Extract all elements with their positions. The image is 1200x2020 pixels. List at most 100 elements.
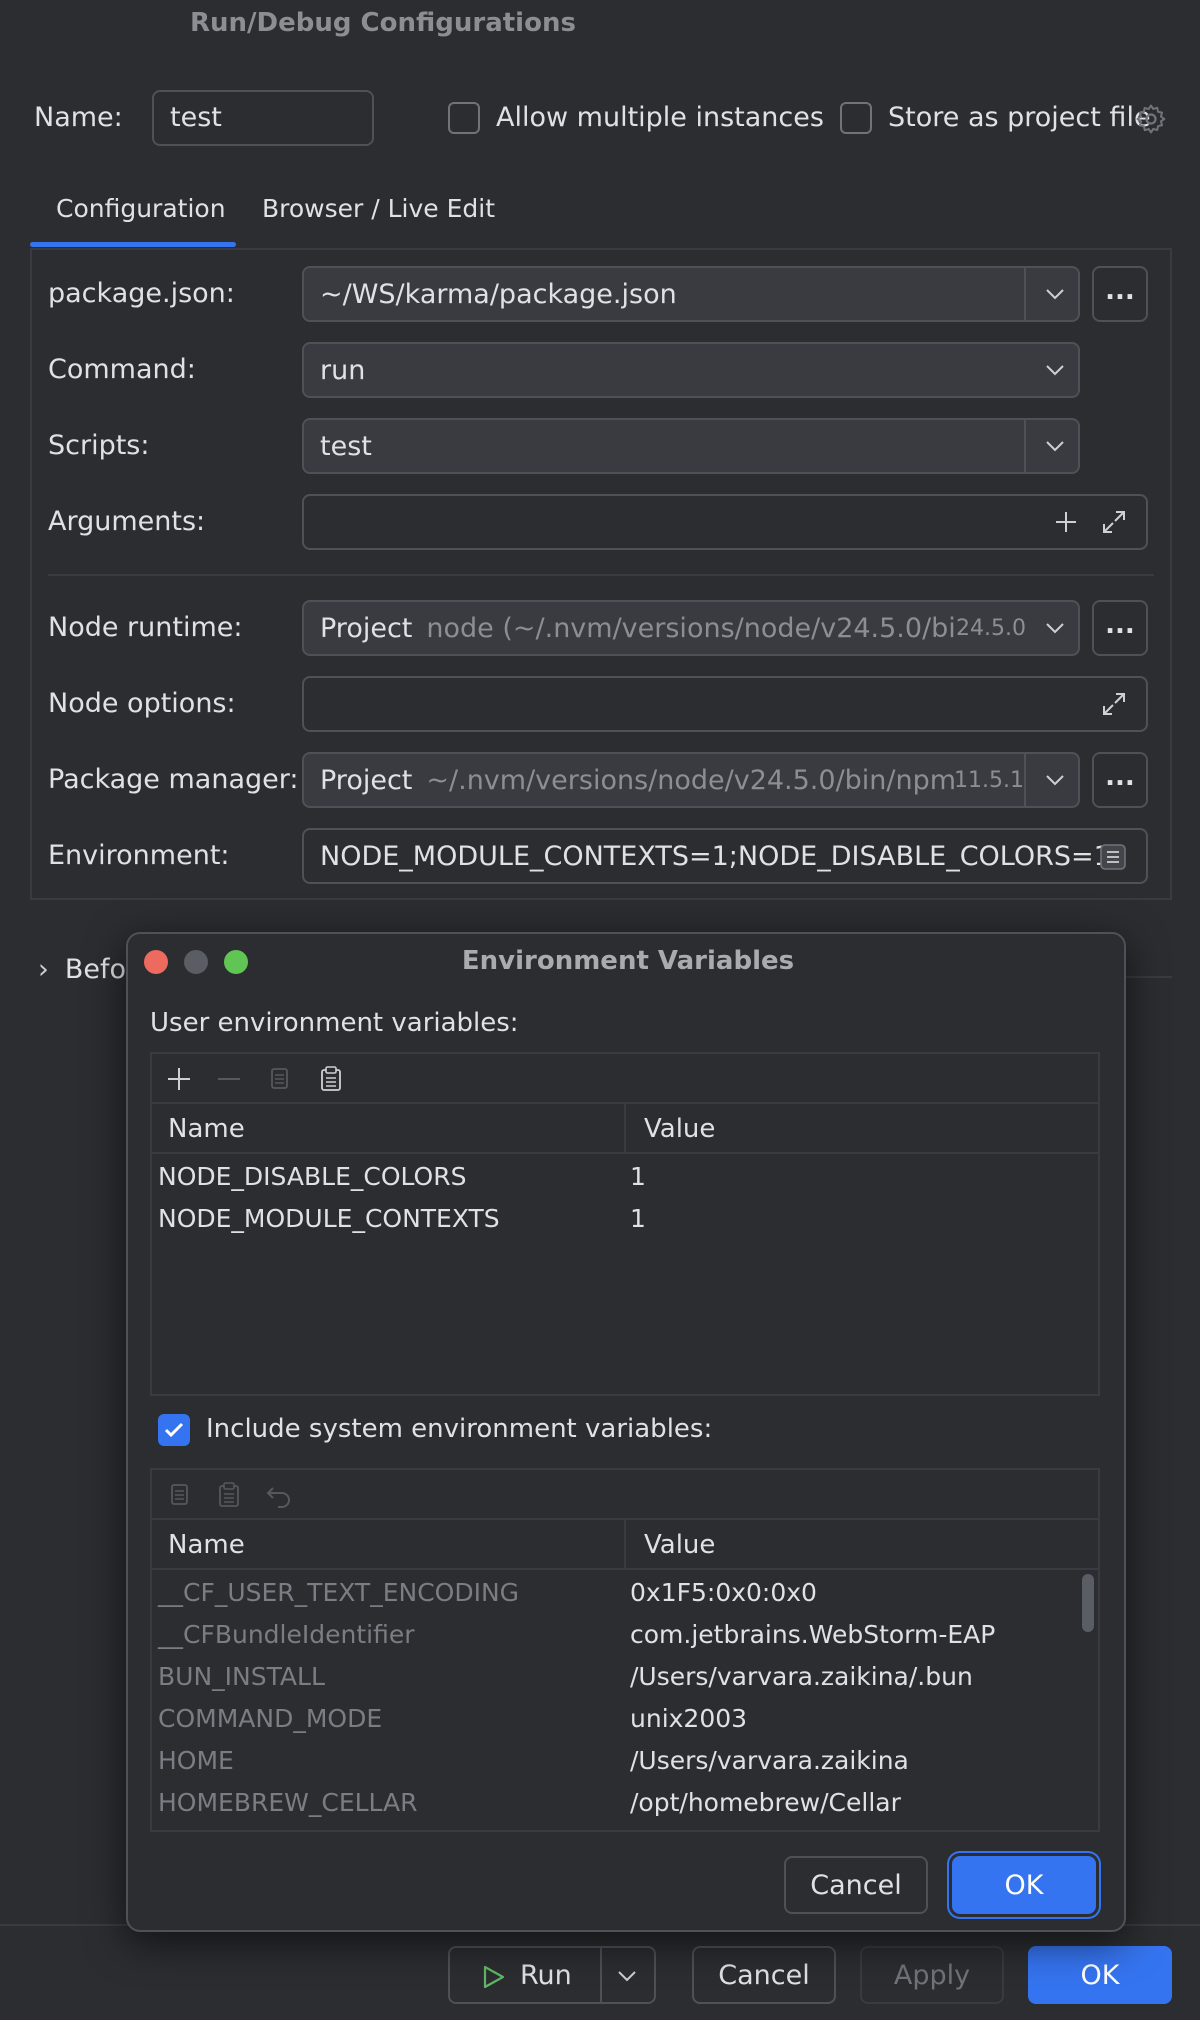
chevron-down-icon[interactable] xyxy=(1044,287,1066,301)
footer-apply-button[interactable]: Apply xyxy=(860,1946,1004,2004)
chevron-down-icon[interactable] xyxy=(1044,439,1066,453)
var-name: NODE_MODULE_CONTEXTS xyxy=(158,1204,500,1233)
column-separator xyxy=(624,1104,626,1152)
var-value: /Users/varvara.zaikina/.bun xyxy=(630,1662,973,1691)
tab-browser-live-edit[interactable]: Browser / Live Edit xyxy=(262,194,495,223)
environment-input[interactable]: NODE_MODULE_CONTEXTS=1;NODE_DISABLE_COLO… xyxy=(302,828,1148,884)
chevron-down-icon[interactable] xyxy=(1044,773,1066,787)
expand-icon[interactable] xyxy=(1100,690,1128,718)
system-vars-list[interactable]: __CF_USER_TEXT_ENCODING 0x1F5:0x0:0x0 __… xyxy=(152,1570,1098,1828)
package-manager-version: 11.5.1 xyxy=(954,768,1024,793)
minus-icon[interactable] xyxy=(214,1064,244,1094)
command-value: run xyxy=(320,354,366,386)
form-separator xyxy=(48,574,1154,576)
browse-package-json-button[interactable]: ... xyxy=(1092,266,1148,322)
table-row[interactable]: COMMAND_MODE unix2003 xyxy=(152,1696,1098,1738)
column-name-header[interactable]: Name xyxy=(168,1530,245,1560)
user-vars-toolbar xyxy=(152,1054,1098,1104)
split-separator xyxy=(600,1948,602,2002)
table-row[interactable]: __CF_USER_TEXT_ENCODING 0x1F5:0x0:0x0 xyxy=(152,1570,1098,1612)
user-vars-table: Name Value NODE_DISABLE_COLORS 1 NODE_MO… xyxy=(150,1052,1100,1396)
browse-package-manager-button[interactable]: ... xyxy=(1092,752,1148,808)
var-name: __CF_USER_TEXT_ENCODING xyxy=(158,1578,520,1607)
include-system-label: Include system environment variables: xyxy=(206,1414,713,1444)
dropdown-separator xyxy=(1024,268,1026,320)
table-row[interactable]: HOME /Users/varvara.zaikina xyxy=(152,1738,1098,1780)
include-system-checkbox[interactable] xyxy=(158,1414,190,1446)
node-options-input[interactable] xyxy=(302,676,1148,732)
before-launch-label: Befo xyxy=(64,954,126,985)
package-manager-path: ~/.nvm/versions/node/v24.5.0/bin/npm xyxy=(426,764,957,796)
footer-cancel-button[interactable]: Cancel xyxy=(692,1946,836,2004)
var-name: HOMEBREW_CELLAR xyxy=(158,1788,418,1817)
table-row[interactable]: HOMEBREW_CELLAR /opt/homebrew/Cellar xyxy=(152,1780,1098,1822)
browse-node-runtime-button[interactable]: ... xyxy=(1092,600,1148,656)
scripts-label: Scripts: xyxy=(48,430,150,461)
var-value: /Users/varvara.zaikina xyxy=(630,1746,909,1775)
column-value-header[interactable]: Value xyxy=(644,1530,715,1560)
list-icon[interactable] xyxy=(1098,842,1128,872)
store-project-label: Store as project file xyxy=(888,102,1151,133)
var-name: NODE_DISABLE_COLORS xyxy=(158,1162,467,1191)
paste-icon[interactable] xyxy=(214,1480,244,1510)
system-vars-header: Name Value xyxy=(152,1520,1098,1570)
plus-icon[interactable] xyxy=(164,1064,194,1094)
var-value: /opt/homebrew/Cellar xyxy=(630,1788,901,1817)
chevron-down-icon[interactable] xyxy=(1044,363,1066,377)
var-name: HOME xyxy=(158,1746,234,1775)
run-icon xyxy=(483,1965,505,1989)
tab-configuration[interactable]: Configuration xyxy=(56,194,226,223)
vertical-scrollbar[interactable] xyxy=(1082,1574,1094,1632)
dropdown-separator xyxy=(1024,754,1026,806)
var-value: unix2003 xyxy=(630,1704,748,1733)
store-project-checkbox[interactable] xyxy=(840,102,872,134)
table-row[interactable]: NODE_MODULE_CONTEXTS 1 xyxy=(152,1196,1098,1238)
column-name-header[interactable]: Name xyxy=(168,1114,245,1144)
run-split-button[interactable]: Run xyxy=(448,1946,656,2004)
copy-icon[interactable] xyxy=(164,1480,194,1510)
undo-icon[interactable] xyxy=(264,1480,294,1510)
copy-icon[interactable] xyxy=(264,1064,294,1094)
var-value: com.jetbrains.WebStorm-EAP xyxy=(630,1620,996,1649)
package-manager-select[interactable]: Project ~/.nvm/versions/node/v24.5.0/bin… xyxy=(302,752,1080,808)
var-name: __CFBundleIdentifier xyxy=(158,1620,415,1649)
scripts-select[interactable]: test xyxy=(302,418,1080,474)
column-value-header[interactable]: Value xyxy=(644,1114,715,1144)
allow-multiple-label: Allow multiple instances xyxy=(496,102,824,133)
arguments-label: Arguments: xyxy=(48,506,206,537)
gear-icon[interactable] xyxy=(1134,102,1168,136)
node-options-label: Node options: xyxy=(48,688,236,719)
allow-multiple-checkbox[interactable] xyxy=(448,102,480,134)
arguments-input[interactable] xyxy=(302,494,1148,550)
table-row[interactable]: __CFBundleIdentifier com.jetbrains.WebSt… xyxy=(152,1612,1098,1654)
name-input[interactable]: test xyxy=(152,90,374,146)
package-manager-prefix: Project xyxy=(320,764,413,796)
before-launch-toggle[interactable]: › Befo xyxy=(38,954,126,985)
dialog-title: Environment Variables xyxy=(461,946,795,976)
var-value: 1 xyxy=(630,1162,646,1191)
dialog-ok-button[interactable]: OK xyxy=(952,1856,1096,1914)
user-vars-header: Name Value xyxy=(152,1104,1098,1154)
expand-icon[interactable] xyxy=(1100,508,1128,536)
checkmark-icon xyxy=(164,1422,184,1438)
package-json-select[interactable]: ~/WS/karma/package.json xyxy=(302,266,1080,322)
active-tab-indicator xyxy=(30,242,236,247)
plus-icon[interactable] xyxy=(1052,508,1080,536)
column-separator xyxy=(624,1520,626,1568)
chevron-down-icon[interactable] xyxy=(616,1969,638,1983)
var-name: BUN_INSTALL xyxy=(158,1662,325,1691)
node-runtime-version: 24.5.0 xyxy=(956,616,1026,641)
table-row[interactable]: BUN_INSTALL /Users/varvara.zaikina/.bun xyxy=(152,1654,1098,1696)
footer-ok-button[interactable]: OK xyxy=(1028,1946,1172,2004)
table-row[interactable]: NODE_DISABLE_COLORS 1 xyxy=(152,1154,1098,1196)
chevron-down-icon[interactable] xyxy=(1044,621,1066,635)
package-manager-label: Package manager: xyxy=(48,764,299,795)
node-runtime-path: node (~/.nvm/versions/node/v24.5.0/bin/n xyxy=(426,612,957,644)
var-name: COMMAND_MODE xyxy=(158,1704,383,1733)
environment-value: NODE_MODULE_CONTEXTS=1;NODE_DISABLE_COLO… xyxy=(320,840,1111,872)
dialog-cancel-button[interactable]: Cancel xyxy=(784,1856,928,1914)
paste-icon[interactable] xyxy=(316,1064,346,1094)
var-value: 0x1F5:0x0:0x0 xyxy=(630,1578,817,1607)
command-select[interactable]: run xyxy=(302,342,1080,398)
node-runtime-select[interactable]: Project node (~/.nvm/versions/node/v24.5… xyxy=(302,600,1080,656)
